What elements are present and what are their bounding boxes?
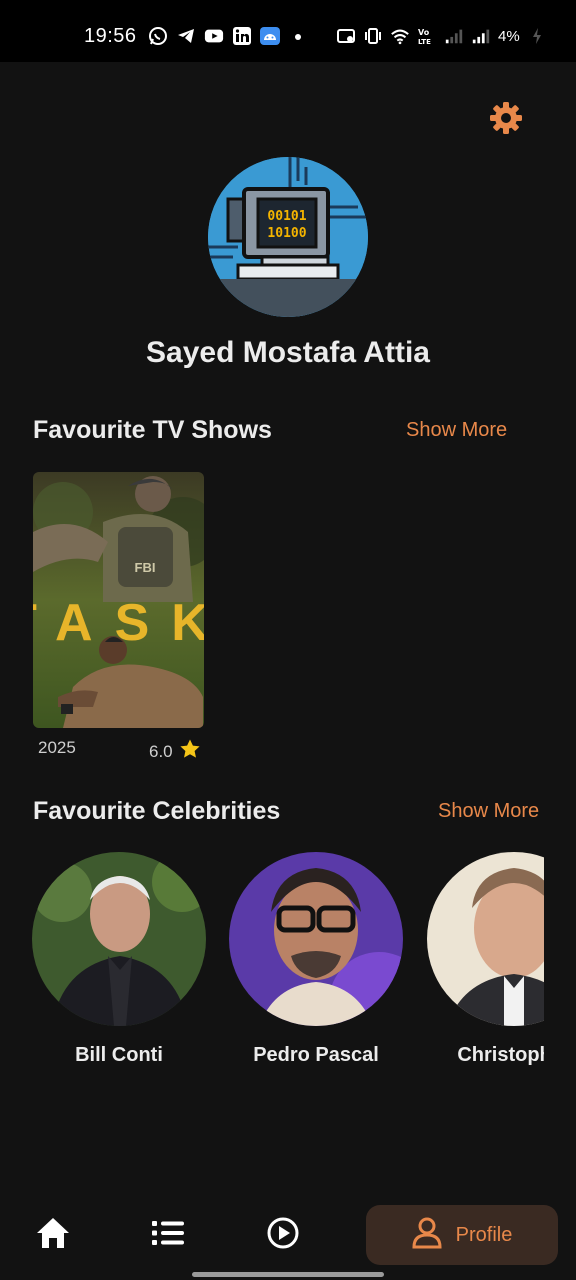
home-icon [35,1216,71,1255]
notification-icons [148,26,308,46]
play-icon [266,1216,300,1255]
nav-profile-button[interactable]: Profile [366,1205,558,1265]
screenshot-icon [336,26,356,46]
user-icon [412,1217,442,1254]
youtube-icon [204,26,224,46]
celebrity-photo [32,852,206,1026]
dot-icon [288,26,308,46]
nav-home-button[interactable] [23,1205,83,1265]
celebrities-show-more-link[interactable]: Show More [438,800,539,823]
tv-show-rating-value: 6.0 [149,741,173,761]
tv-show-rating: 6.0 [149,738,201,765]
system-icons: Vo LTE 4% [336,26,547,46]
battery-charging-icon [527,26,547,46]
tv-show-year: 2025 [38,738,76,757]
celebrity-card[interactable]: Christopher [427,852,544,1067]
settings-button[interactable] [487,101,525,139]
celebrity-photo [427,852,544,1026]
nav-list-button[interactable] [138,1205,198,1265]
tv-show-card[interactable]: FBI TASK [33,472,204,728]
bottom-navigation: Profile [0,1200,576,1280]
tv-show-poster: FBI TASK [33,472,204,728]
wifi-icon [390,26,410,46]
avatar-text-bottom: 10100 [267,226,306,241]
celebrities-section-title: Favourite Celebrities [33,797,281,825]
celebrities-list[interactable]: Bill Conti Pedro Pascal Christop [32,852,544,1082]
home-indicator[interactable] [192,1272,384,1277]
gear-icon [489,101,523,140]
celebrity-photo [229,852,403,1026]
linkedin-icon [232,26,252,46]
list-icon [151,1219,185,1252]
celebrity-name: Christopher [457,1044,544,1066]
battery-level: 4% [498,27,520,45]
celebrity-card[interactable]: Bill Conti [32,852,206,1067]
celebrity-name: Bill Conti [75,1044,163,1066]
avatar[interactable]: 00101 10100 [208,157,368,317]
telegram-icon [176,26,196,46]
whatsapp-icon [148,26,168,46]
star-icon [179,738,201,765]
signal-icon [471,26,491,46]
android-icon [260,26,280,46]
status-time: 19:56 [84,25,137,47]
tv-shows-show-more-link[interactable]: Show More [406,419,507,442]
celebrity-card[interactable]: Pedro Pascal [229,852,403,1067]
vibrate-icon [363,26,383,46]
celebrity-name: Pedro Pascal [253,1044,379,1066]
volte-icon: Vo LTE [417,26,437,46]
nav-play-button[interactable] [253,1205,313,1265]
tv-shows-section-title: Favourite TV Shows [33,416,272,444]
avatar-text-top: 00101 [267,209,306,224]
poster-badge: FBI [135,560,156,575]
user-name: Sayed Mostafa Attia [146,336,430,369]
svg-text:Vo: Vo [418,28,430,37]
nav-profile-label: Profile [455,1223,513,1246]
svg-text:LTE: LTE [418,38,431,46]
status-bar: 19:56 Vo LTE 4% [0,0,576,62]
signal-icon [444,26,464,46]
